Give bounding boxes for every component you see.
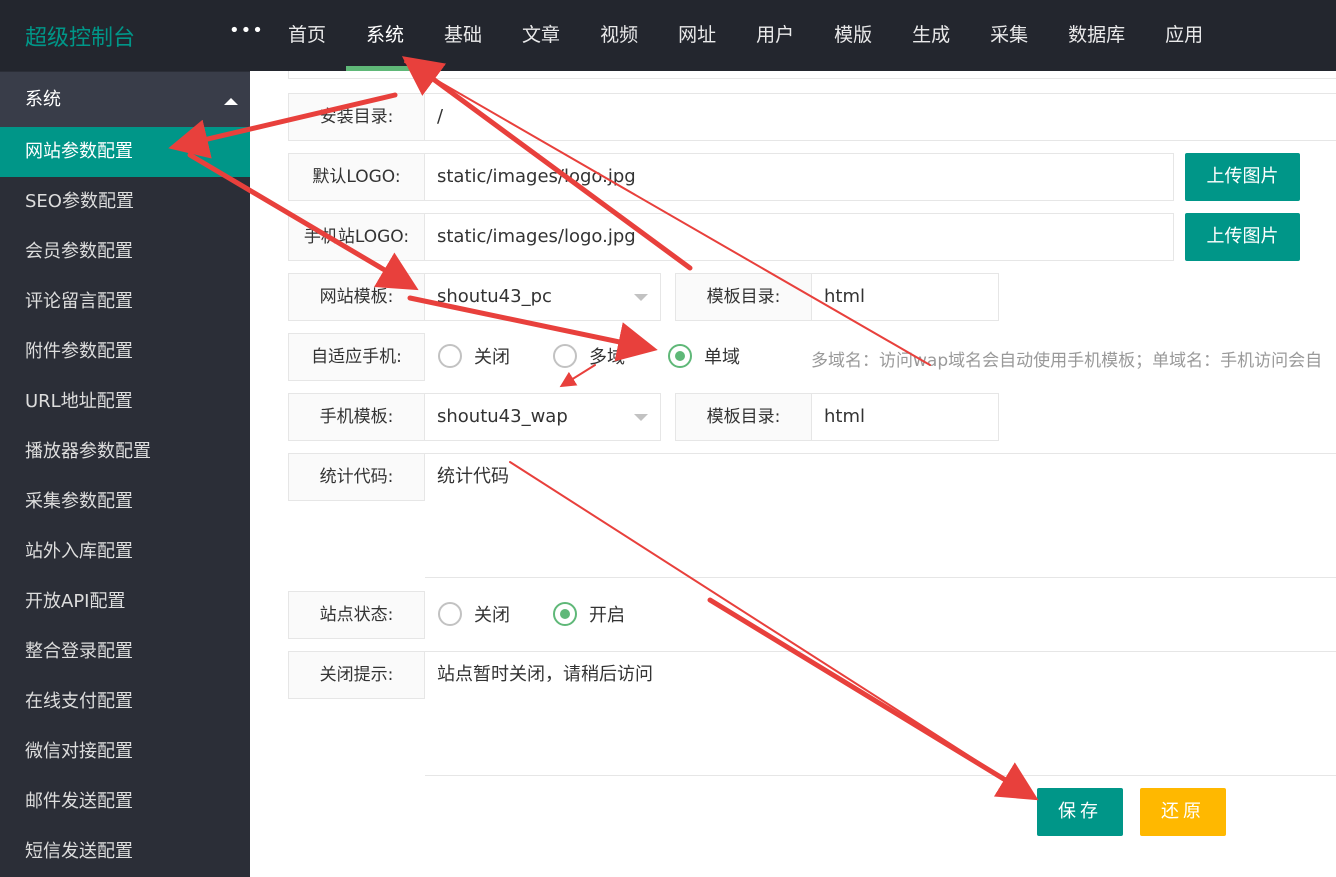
radio-checked-icon xyxy=(553,602,577,626)
adaptive-off-label: 关闭 xyxy=(474,347,510,368)
mobile-logo-input[interactable]: static/images/logo.jpg xyxy=(425,213,1174,261)
site-template-dir-label: 模板目录: xyxy=(675,273,812,321)
nav-home[interactable]: 首页 xyxy=(268,0,346,71)
mobile-template-select[interactable]: shoutu43_wap xyxy=(425,393,661,441)
mobile-template-dir-input[interactable]: html xyxy=(812,393,999,441)
chevron-up-icon xyxy=(224,98,238,105)
sidebar-item-external-import[interactable]: 站外入库配置 xyxy=(0,527,250,577)
sidebar-section-label: 系统 xyxy=(25,89,61,110)
nav-url[interactable]: 网址 xyxy=(658,0,736,71)
adaptive-mobile-label: 自适应手机: xyxy=(288,333,425,381)
install-dir-label: 安装目录: xyxy=(288,93,425,141)
sidebar-item-sms[interactable]: 短信发送配置 xyxy=(0,827,250,877)
sidebar-item-url[interactable]: URL地址配置 xyxy=(0,377,250,427)
site-status-on-radio[interactable]: 开启 xyxy=(553,601,625,627)
row-install-dir: 安装目录: / xyxy=(288,93,1336,141)
previous-row-edge xyxy=(288,71,1336,79)
sidebar-item-comments[interactable]: 评论留言配置 xyxy=(0,277,250,327)
top-bar: 超级控制台 ••• 首页 系统 基础 文章 视频 网址 用户 模版 生成 采集 … xyxy=(0,0,1336,71)
sidebar-item-wechat[interactable]: 微信对接配置 xyxy=(0,727,250,777)
sidebar-section-header[interactable]: 系统 xyxy=(0,71,250,127)
sidebar: 系统 网站参数配置 SEO参数配置 会员参数配置 评论留言配置 附件参数配置 U… xyxy=(0,71,250,877)
adaptive-multi-domain-radio[interactable]: 多域 xyxy=(553,343,625,369)
site-status-label: 站点状态: xyxy=(288,591,425,639)
mobile-template-label: 手机模板: xyxy=(288,393,425,441)
sidebar-item-email[interactable]: 邮件发送配置 xyxy=(0,777,250,827)
more-menu-icon[interactable]: ••• xyxy=(229,20,264,41)
mobile-template-value: shoutu43_wap xyxy=(437,406,568,427)
adaptive-single-domain-radio[interactable]: 单域 xyxy=(668,343,740,369)
site-template-dir-input[interactable]: html xyxy=(812,273,999,321)
sidebar-item-payment[interactable]: 在线支付配置 xyxy=(0,677,250,727)
radio-circle-icon xyxy=(438,602,462,626)
nav-database[interactable]: 数据库 xyxy=(1048,0,1145,71)
row-mobile-template: 手机模板: shoutu43_wap 模板目录: html xyxy=(288,393,999,441)
nav-article[interactable]: 文章 xyxy=(502,0,580,71)
sidebar-item-seo[interactable]: SEO参数配置 xyxy=(0,177,250,227)
site-status-off-label: 关闭 xyxy=(474,605,510,626)
adaptive-single-domain-label: 单域 xyxy=(704,347,740,368)
sidebar-item-site-params[interactable]: 网站参数配置 xyxy=(0,127,250,177)
sidebar-item-attachments[interactable]: 附件参数配置 xyxy=(0,327,250,377)
stats-code-label: 统计代码: xyxy=(288,453,425,501)
nav-apps[interactable]: 应用 xyxy=(1145,0,1223,71)
stats-code-textarea[interactable]: 统计代码 xyxy=(425,453,1336,578)
adaptive-off-radio[interactable]: 关闭 xyxy=(438,343,510,369)
site-template-label: 网站模板: xyxy=(288,273,425,321)
row-default-logo: 默认LOGO: static/images/logo.jpg 上传图片 xyxy=(288,153,1300,201)
nav-system[interactable]: 系统 xyxy=(346,0,425,71)
site-status-on-label: 开启 xyxy=(589,605,625,626)
row-stats-code: 统计代码: 统计代码 xyxy=(288,453,1336,578)
main-content: 安装目录: / 默认LOGO: static/images/logo.jpg 上… xyxy=(250,71,1336,863)
top-nav: 首页 系统 基础 文章 视频 网址 用户 模版 生成 采集 数据库 应用 xyxy=(268,0,1223,71)
radio-circle-icon xyxy=(438,344,462,368)
upload-mobile-logo-button[interactable]: 上传图片 xyxy=(1185,213,1300,261)
save-button[interactable]: 保存 xyxy=(1037,788,1123,836)
sidebar-list: 网站参数配置 SEO参数配置 会员参数配置 评论留言配置 附件参数配置 URL地… xyxy=(0,127,250,877)
adaptive-mobile-hint: 多域名：访问wap域名会自动使用手机模板；单域名：手机访问会自 xyxy=(811,351,1323,371)
install-dir-input[interactable]: / xyxy=(425,93,1336,141)
chevron-down-icon xyxy=(634,414,648,421)
nav-basic[interactable]: 基础 xyxy=(424,0,502,71)
site-template-value: shoutu43_pc xyxy=(437,286,552,307)
nav-generate[interactable]: 生成 xyxy=(892,0,970,71)
sidebar-item-login[interactable]: 整合登录配置 xyxy=(0,627,250,677)
close-notice-textarea[interactable]: 站点暂时关闭，请稍后访问 xyxy=(425,651,1336,776)
site-status-off-radio[interactable]: 关闭 xyxy=(438,601,510,627)
row-close-notice: 关闭提示: 站点暂时关闭，请稍后访问 xyxy=(288,651,1336,776)
radio-circle-icon xyxy=(553,344,577,368)
upload-default-logo-button[interactable]: 上传图片 xyxy=(1185,153,1300,201)
row-site-status: 站点状态: xyxy=(288,591,425,639)
radio-checked-icon xyxy=(668,344,692,368)
sidebar-item-open-api[interactable]: 开放API配置 xyxy=(0,577,250,627)
nav-user[interactable]: 用户 xyxy=(736,0,814,71)
row-site-template: 网站模板: shoutu43_pc 模板目录: html xyxy=(288,273,999,321)
nav-collect[interactable]: 采集 xyxy=(970,0,1048,71)
row-adaptive-mobile: 自适应手机: xyxy=(288,333,425,381)
mobile-logo-label: 手机站LOGO: xyxy=(288,213,425,261)
chevron-down-icon xyxy=(634,294,648,301)
nav-template[interactable]: 模版 xyxy=(814,0,892,71)
mobile-template-dir-label: 模板目录: xyxy=(675,393,812,441)
row-mobile-logo: 手机站LOGO: static/images/logo.jpg 上传图片 xyxy=(288,213,1300,261)
site-template-select[interactable]: shoutu43_pc xyxy=(425,273,661,321)
close-notice-label: 关闭提示: xyxy=(288,651,425,699)
sidebar-item-collect[interactable]: 采集参数配置 xyxy=(0,477,250,527)
app-title[interactable]: 超级控制台 xyxy=(25,20,135,52)
sidebar-item-member[interactable]: 会员参数配置 xyxy=(0,227,250,277)
sidebar-item-player[interactable]: 播放器参数配置 xyxy=(0,427,250,477)
adaptive-multi-domain-label: 多域 xyxy=(589,347,625,368)
nav-video[interactable]: 视频 xyxy=(580,0,658,71)
default-logo-label: 默认LOGO: xyxy=(288,153,425,201)
reset-button[interactable]: 还原 xyxy=(1140,788,1226,836)
default-logo-input[interactable]: static/images/logo.jpg xyxy=(425,153,1174,201)
